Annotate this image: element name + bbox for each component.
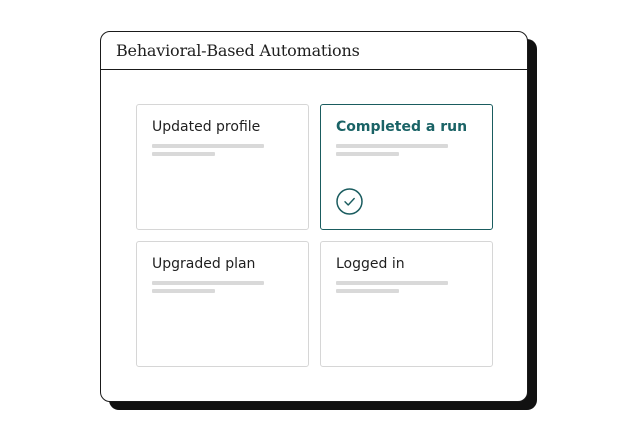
placeholder-line [152, 152, 215, 156]
placeholder-line [336, 289, 399, 293]
window-title: Behavioral-Based Automations [116, 41, 360, 60]
card-upgraded-plan[interactable]: Upgraded plan [136, 241, 309, 367]
placeholder-line [152, 281, 264, 285]
placeholder-line [336, 144, 448, 148]
card-label: Logged in [336, 256, 405, 272]
placeholder-line [152, 144, 264, 148]
card-label: Upgraded plan [152, 256, 256, 272]
placeholder-line [336, 152, 399, 156]
card-label: Updated profile [152, 119, 261, 135]
placeholder-line [336, 281, 448, 285]
card-updated-profile[interactable]: Updated profile [136, 104, 309, 230]
card-logged-in[interactable]: Logged in [320, 241, 493, 367]
illustration-stage: Behavioral-Based Automations Updated pro… [0, 0, 635, 440]
card-label: Completed a run [336, 119, 468, 135]
card-completed-a-run[interactable]: Completed a run [320, 104, 493, 230]
window-titlebar: Behavioral-Based Automations [101, 32, 527, 70]
automations-window: Behavioral-Based Automations Updated pro… [100, 31, 528, 402]
placeholder-line [152, 289, 215, 293]
check-circle-icon [336, 188, 363, 215]
